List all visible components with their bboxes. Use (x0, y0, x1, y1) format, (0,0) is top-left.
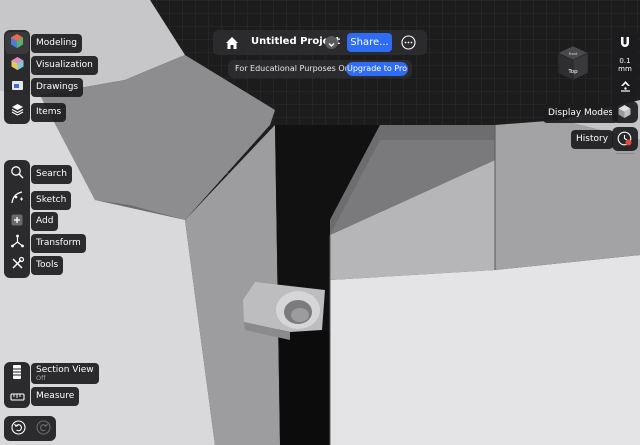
display-modes-button[interactable] (612, 101, 638, 123)
display-mode-cube-icon (617, 104, 632, 123)
more-options-icon[interactable] (401, 35, 416, 54)
visualization-icon (10, 56, 25, 75)
ruler-icon (9, 388, 25, 407)
magnet-snap-button[interactable] (613, 32, 637, 54)
edu-notice-text: For Educational Purposes Only (235, 64, 357, 73)
magnet-icon (618, 34, 632, 53)
section-view-label[interactable]: Section View Off (31, 363, 99, 384)
view-cube[interactable]: Top Front (556, 44, 590, 82)
workspace-toolbar (4, 30, 30, 124)
history-button[interactable] (612, 127, 638, 151)
grid-size-unit: mm (618, 65, 632, 73)
viewport-settings-toolbar: 0.1 mm (612, 30, 638, 98)
layers-icon (10, 102, 25, 121)
section-view-icon (10, 364, 24, 384)
modeling-tab[interactable] (5, 32, 29, 54)
search-tool[interactable] (5, 162, 29, 184)
drawings-icon (10, 78, 25, 97)
upgrade-button[interactable]: Upgrade to Pro (346, 62, 408, 76)
redo-icon (35, 419, 51, 439)
view-cube-front-face[interactable]: Front (569, 52, 578, 56)
grid-size-readout[interactable]: 0.1 mm (612, 57, 638, 73)
transform-label[interactable]: Transform (31, 234, 86, 253)
search-label[interactable]: Search (31, 165, 72, 184)
drawings-tab[interactable] (5, 76, 29, 98)
items-label[interactable]: Items (31, 103, 67, 122)
measure-tool[interactable] (5, 386, 29, 408)
visualization-tab[interactable] (5, 54, 29, 76)
section-view-tool[interactable] (5, 363, 29, 385)
transform-tool[interactable] (5, 232, 29, 254)
undo-redo-bar (4, 416, 56, 441)
search-icon (10, 164, 24, 183)
transform-icon (10, 234, 25, 253)
title-bar: Untitled Project Share... (213, 30, 427, 55)
view-cube-top-face[interactable]: Top (567, 69, 578, 75)
tools-tool[interactable] (5, 254, 29, 276)
modeling-icon (9, 33, 25, 53)
sketch-label[interactable]: Sketch (31, 191, 72, 210)
history-clock-icon (617, 131, 633, 151)
analysis-toolbar (4, 362, 30, 408)
undo-icon (10, 419, 26, 439)
add-label[interactable]: Add (31, 212, 59, 231)
snapping-button[interactable] (613, 76, 637, 98)
tools-toolbar (4, 160, 30, 278)
modeling-label[interactable]: Modeling (31, 34, 82, 53)
redo-button[interactable] (31, 418, 55, 440)
add-icon (10, 212, 24, 231)
snapping-icon (619, 78, 632, 97)
section-view-state: Off (36, 374, 46, 382)
items-tab[interactable] (5, 100, 29, 122)
visualization-label[interactable]: Visualization (31, 56, 98, 75)
share-button[interactable]: Share... (347, 33, 392, 52)
wrench-icon (10, 256, 25, 275)
display-modes-label[interactable]: Display Modes (543, 104, 619, 123)
chevron-down-icon[interactable] (325, 36, 338, 49)
history-divider (616, 153, 634, 154)
history-label[interactable]: History (571, 130, 614, 149)
sketch-icon (10, 190, 25, 209)
home-icon[interactable] (225, 35, 239, 54)
add-tool[interactable] (5, 210, 29, 232)
sketch-tool[interactable] (5, 188, 29, 210)
tools-label[interactable]: Tools (31, 256, 64, 275)
edu-notice-bar: For Educational Purposes Only Upgrade to… (228, 60, 412, 78)
grid-size-value: 0.1 (619, 57, 631, 65)
undo-button[interactable] (6, 418, 30, 440)
drawings-label[interactable]: Drawings (31, 78, 84, 97)
measure-label[interactable]: Measure (31, 387, 80, 406)
